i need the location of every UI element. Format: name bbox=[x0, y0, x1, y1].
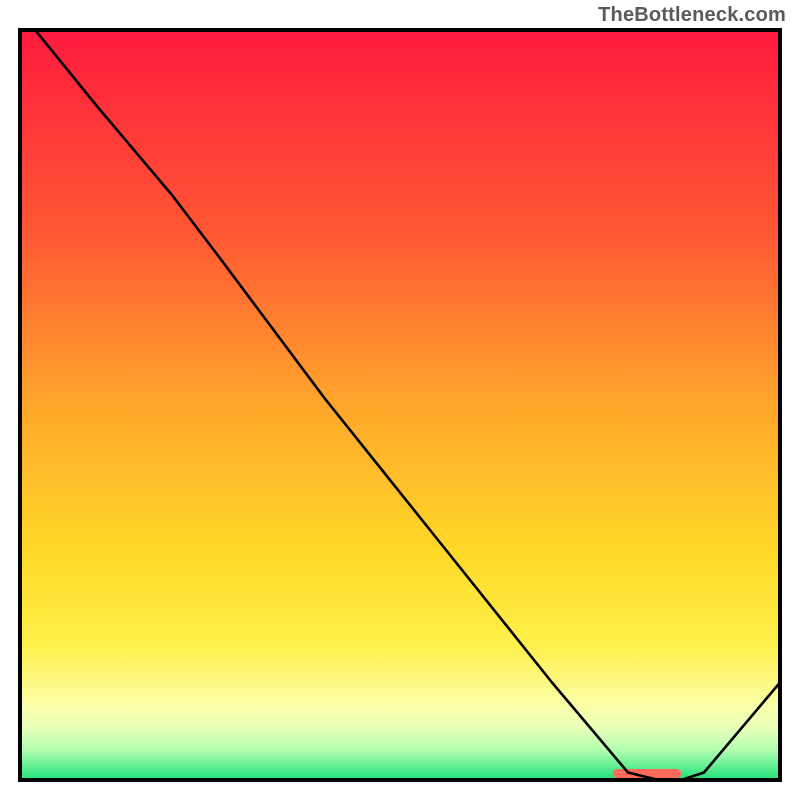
bottleneck-chart bbox=[0, 0, 800, 800]
gradient-background bbox=[20, 30, 780, 780]
chart-container: TheBottleneck.com bbox=[0, 0, 800, 800]
